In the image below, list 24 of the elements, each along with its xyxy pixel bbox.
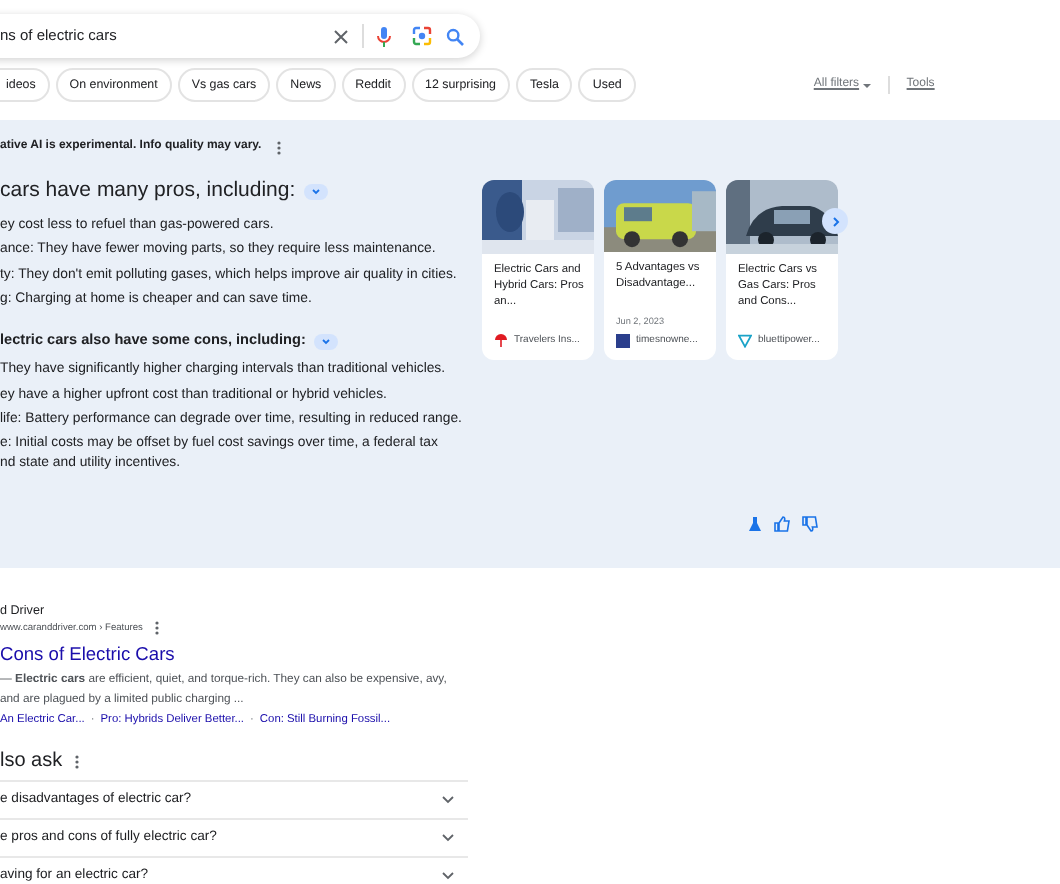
more-options-icon[interactable]	[275, 139, 282, 155]
square-logo-icon	[616, 333, 630, 348]
chevron-down-icon	[440, 792, 456, 809]
chevron-right-icon	[829, 215, 841, 227]
flask-icon[interactable]	[748, 516, 762, 532]
result-title-link[interactable]: Cons of Electric Cars	[0, 642, 1060, 671]
next-button[interactable]	[822, 208, 848, 234]
close-icon[interactable]	[332, 27, 350, 45]
caret-icon	[862, 81, 873, 89]
thumbs-up-icon[interactable]	[774, 516, 790, 532]
chevron-down-icon	[440, 868, 456, 884]
triangle-logo-icon	[738, 333, 752, 348]
expand-button[interactable]	[303, 183, 328, 200]
search-icon[interactable]	[446, 27, 464, 45]
chevron-down-icon	[440, 830, 456, 847]
microphone-icon[interactable]	[376, 25, 392, 47]
more-options-icon[interactable]	[74, 753, 81, 770]
more-options-icon[interactable]	[154, 620, 161, 637]
camera-lens-icon[interactable]	[412, 26, 432, 46]
expand-button[interactable]	[313, 333, 338, 350]
section-heading: cars have many pros, including:	[0, 176, 296, 206]
section-heading: lso ask	[0, 748, 63, 777]
thumbs-down-icon[interactable]	[802, 516, 818, 532]
umbrella-icon	[494, 333, 508, 348]
